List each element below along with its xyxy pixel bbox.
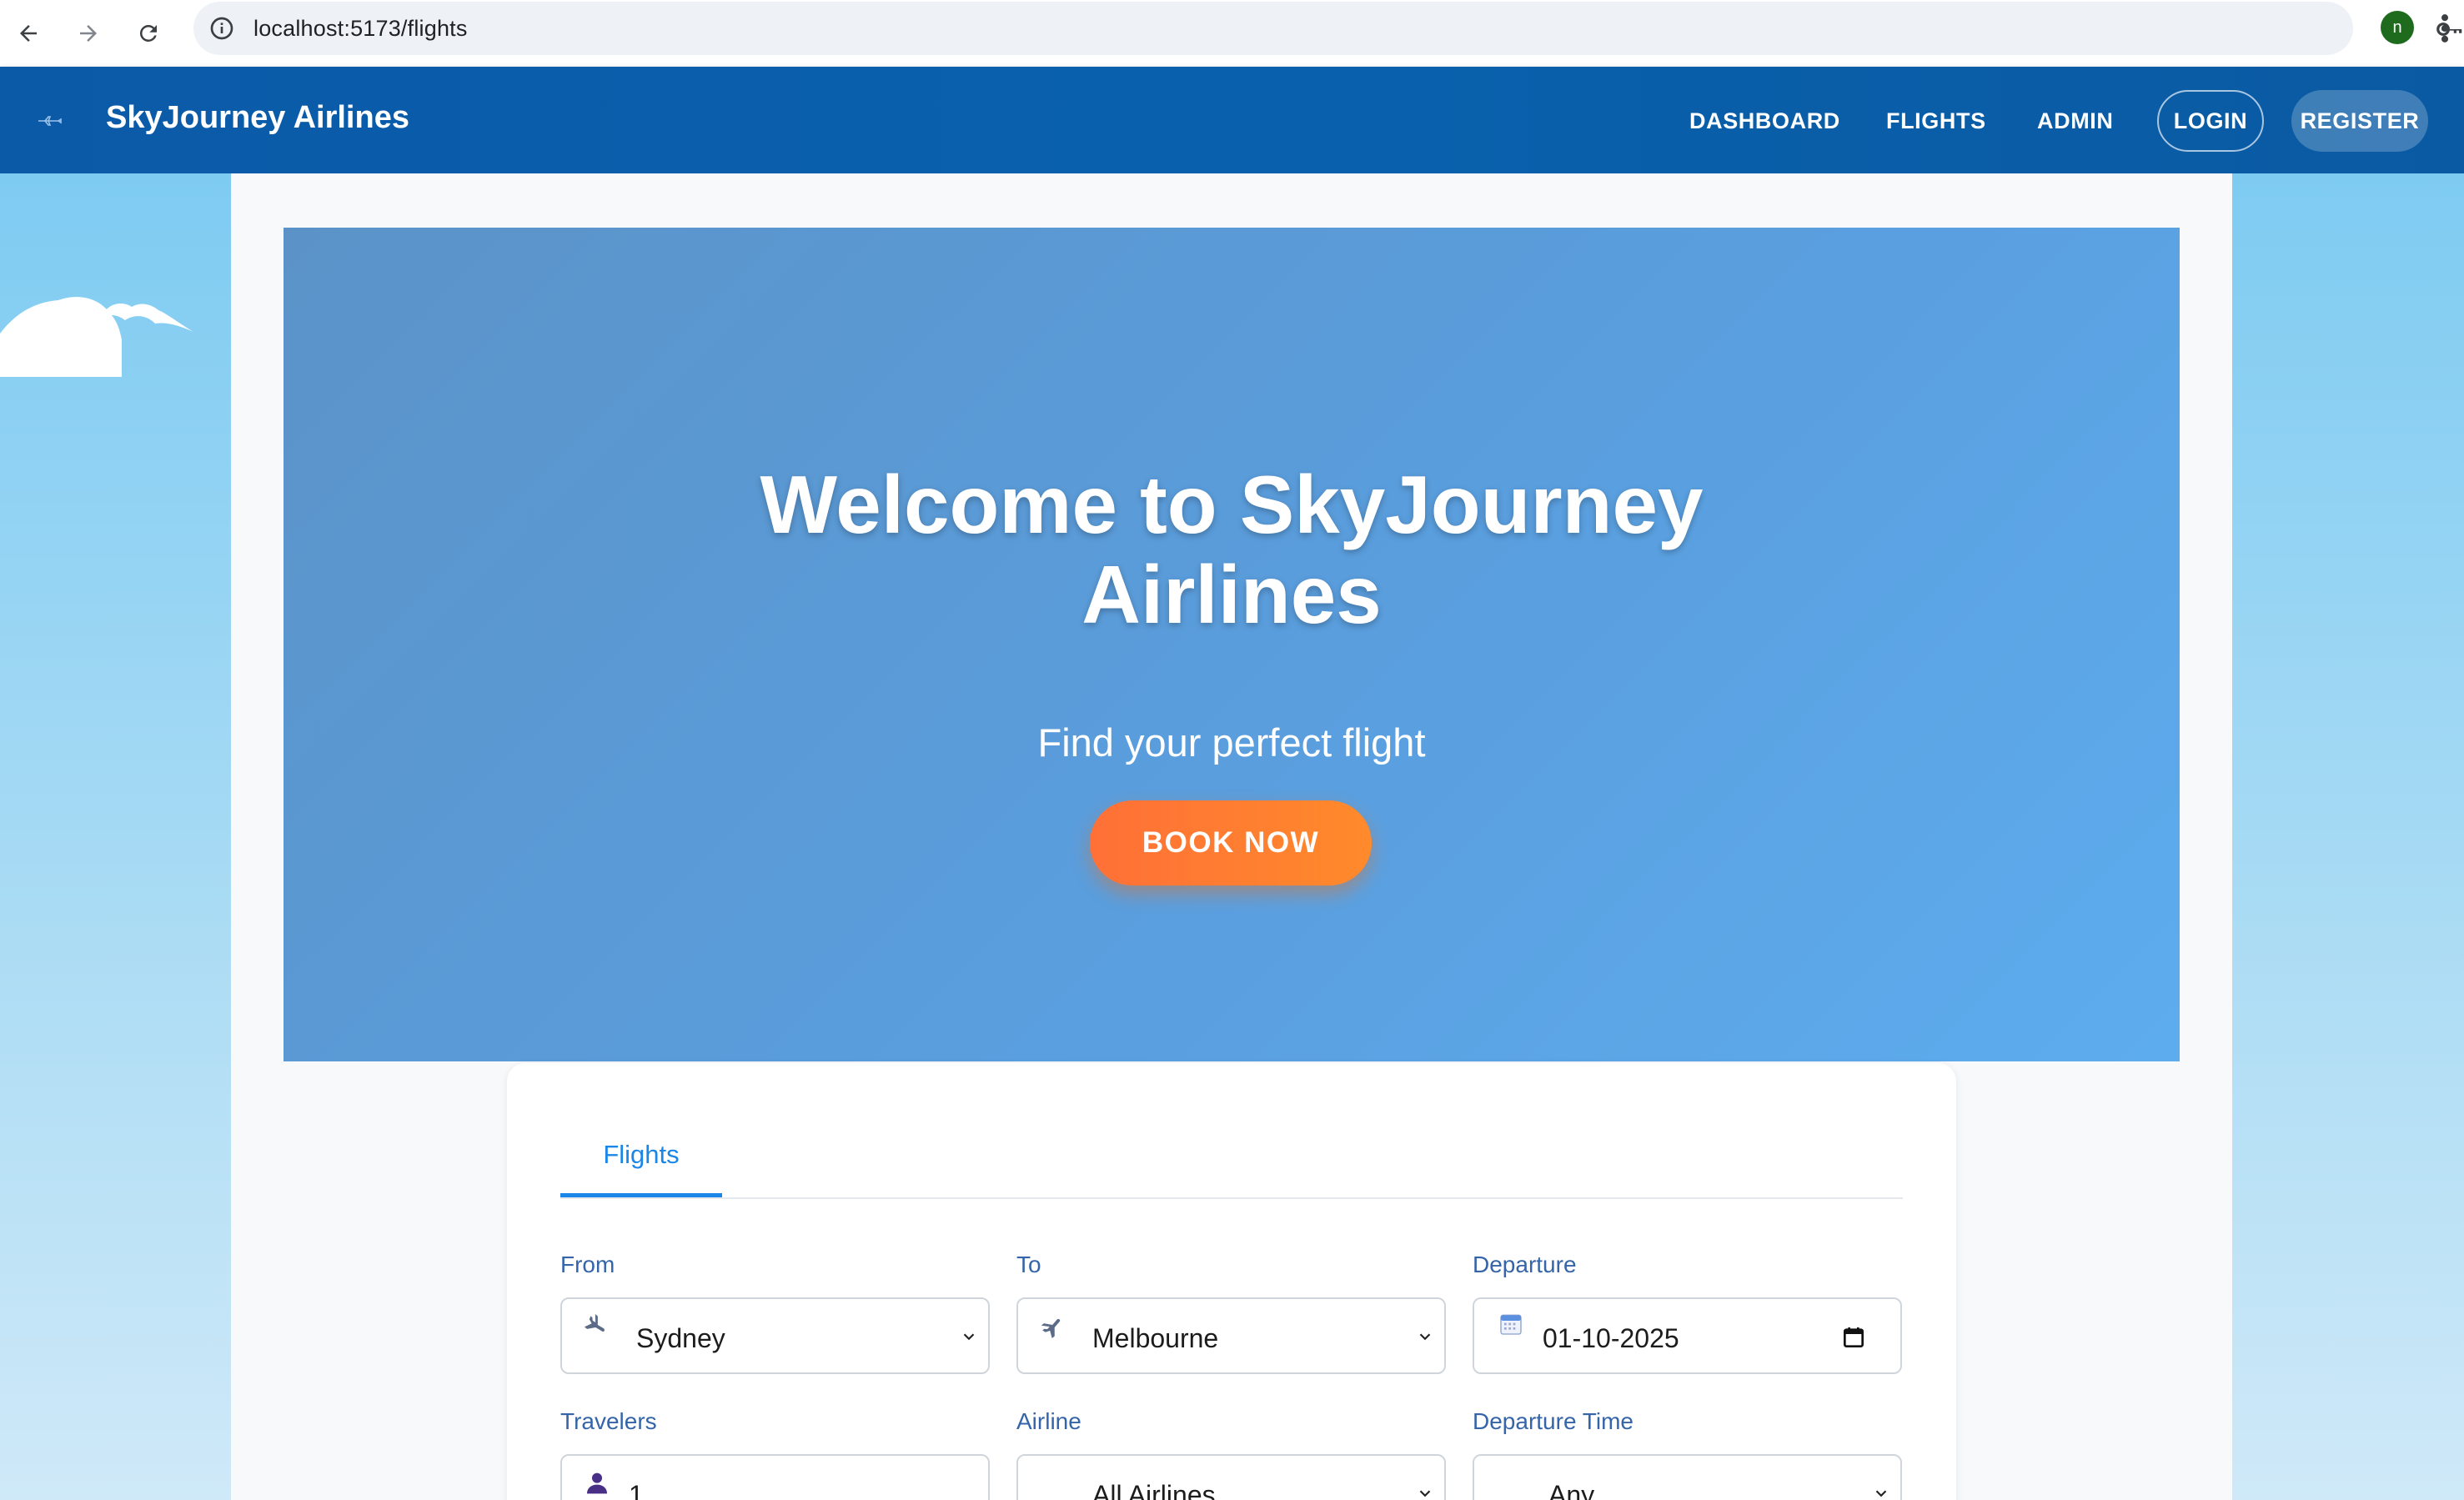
calendar-picker-icon[interactable]: [1840, 1324, 1867, 1351]
chevron-down-icon: [1419, 1490, 1431, 1497]
nav-dashboard[interactable]: DASHBOARD: [1689, 108, 1840, 134]
airline-select[interactable]: All Airlines: [1016, 1454, 1446, 1500]
from-value: Sydney: [636, 1323, 725, 1353]
browser-toolbar: localhost:5173/flights n: [0, 0, 2464, 67]
chevron-down-icon: [1419, 1333, 1431, 1341]
browser-menu-icon[interactable]: [2435, 10, 2455, 47]
register-button[interactable]: REGISTER: [2291, 90, 2428, 152]
address-bar[interactable]: localhost:5173/flights: [193, 2, 2462, 55]
tab-flights[interactable]: Flights: [560, 1140, 722, 1198]
main-container: Welcome to SkyJourney Airlines Find your…: [231, 173, 2232, 1500]
tab-divider: [560, 1197, 1903, 1199]
cloud-decoration: [0, 297, 193, 377]
chevron-down-icon: [1875, 1490, 1887, 1497]
travelers-value: 1: [629, 1480, 644, 1500]
forward-icon[interactable]: [67, 12, 110, 55]
departure-label: Departure: [1473, 1252, 1577, 1277]
to-select[interactable]: Melbourne: [1016, 1297, 1446, 1374]
departure-time-label: Departure Time: [1473, 1408, 1633, 1434]
profile-avatar[interactable]: n: [2381, 11, 2414, 44]
to-label: To: [1016, 1252, 1041, 1277]
departure-time-select[interactable]: Any: [1473, 1454, 1902, 1500]
flight-search-card: Flights From To Departure Sydney Melbour…: [507, 1063, 1956, 1500]
travelers-label: Travelers: [560, 1408, 657, 1434]
airline-label: Airline: [1016, 1408, 1081, 1434]
departure-value: 01-10-2025: [1543, 1323, 1679, 1353]
plane-takeoff-icon: [584, 1313, 605, 1332]
brand-title[interactable]: SkyJourney Airlines: [106, 100, 409, 136]
site-info-icon[interactable]: [208, 15, 235, 42]
hero-banner: Welcome to SkyJourney Airlines Find your…: [284, 228, 2180, 1061]
reload-icon[interactable]: [127, 12, 170, 55]
from-label: From: [560, 1252, 615, 1277]
airline-value: All Airlines: [1092, 1480, 1216, 1500]
hero-title-line-1: Welcome to SkyJourney: [760, 459, 1704, 550]
app-header: SkyJourney Airlines DASHBOARD FLIGHTS AD…: [0, 67, 2464, 173]
hero-title-line-2: Airlines: [1081, 549, 1382, 640]
hero-title: Welcome to SkyJourney Airlines: [284, 459, 2180, 640]
hero-subtitle: Find your perfect flight: [1037, 720, 1426, 765]
departure-date-input[interactable]: 01-10-2025: [1473, 1297, 1902, 1374]
travelers-input[interactable]: 1: [560, 1454, 990, 1500]
plane-logo-icon: [38, 116, 62, 126]
person-icon: [587, 1472, 607, 1494]
nav-admin[interactable]: ADMIN: [2037, 108, 2114, 134]
nav-flights[interactable]: FLIGHTS: [1886, 108, 1986, 134]
back-icon[interactable]: [7, 12, 50, 55]
to-value: Melbourne: [1092, 1323, 1219, 1353]
from-select[interactable]: Sydney: [560, 1297, 990, 1374]
chevron-down-icon: [963, 1333, 975, 1341]
departure-time-value: Any: [1548, 1480, 1595, 1500]
url-text[interactable]: localhost:5173/flights: [253, 16, 468, 42]
book-now-button[interactable]: BOOK NOW: [1090, 800, 1372, 885]
calendar-icon: [1500, 1314, 1522, 1335]
login-button[interactable]: LOGIN: [2157, 90, 2264, 152]
plane-landing-icon: [1041, 1319, 1061, 1339]
